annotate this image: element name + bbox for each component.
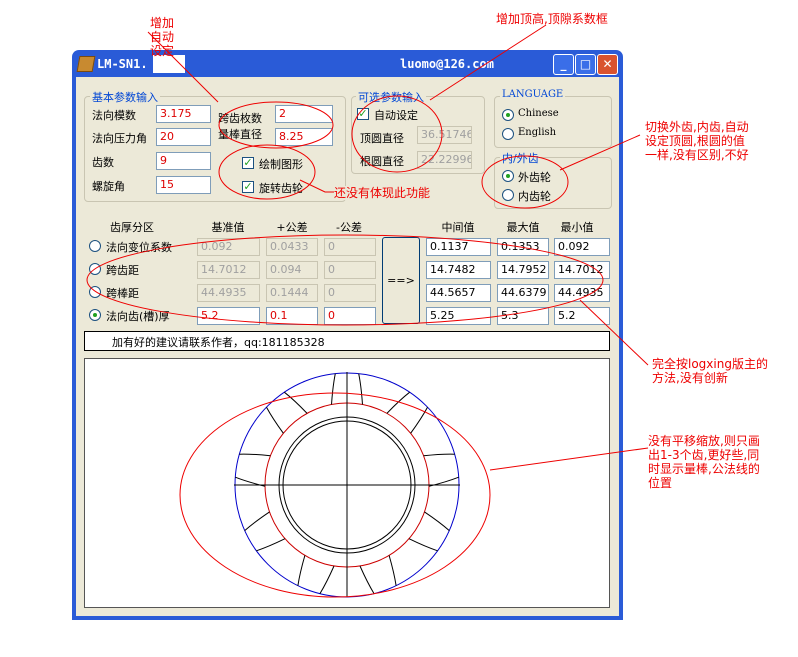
annotation-no-function: 还没有体现此功能 (334, 186, 431, 200)
annotation-tip-clearance: 增加顶高,顶隙系数框 (496, 12, 608, 26)
annotation-no-zoom: 没有平移缩放,则只画 出1-3个齿,更好些,同 时显示量棒,公法线的 位置 (648, 434, 760, 490)
annotation-ellipse-span (218, 101, 334, 149)
annotation-leader (579, 299, 649, 366)
annotation-leader (559, 134, 641, 171)
annotation-switch-gear: 切换外齿,内齿,自动 设定顶圆,根圆的值 一样,没有区别,不好 (645, 120, 749, 162)
annotation-leader (299, 179, 335, 193)
annotation-auto-set: 增加 自动 设定 (150, 16, 175, 58)
annotation-ellipse-checkboxes (218, 144, 316, 200)
annotation-leader (429, 24, 547, 101)
overlay-drawing (86, 24, 649, 598)
annotation-ellipse-geartype (481, 155, 569, 209)
annotation-ellipse-table (86, 234, 604, 326)
annotation-ellipse-optional (351, 95, 443, 173)
annotation-leader (489, 447, 649, 471)
annotation-copy-method: 完全按logxing版主的 方法,没有创新 (652, 357, 768, 385)
gear-tooth (386, 391, 428, 434)
